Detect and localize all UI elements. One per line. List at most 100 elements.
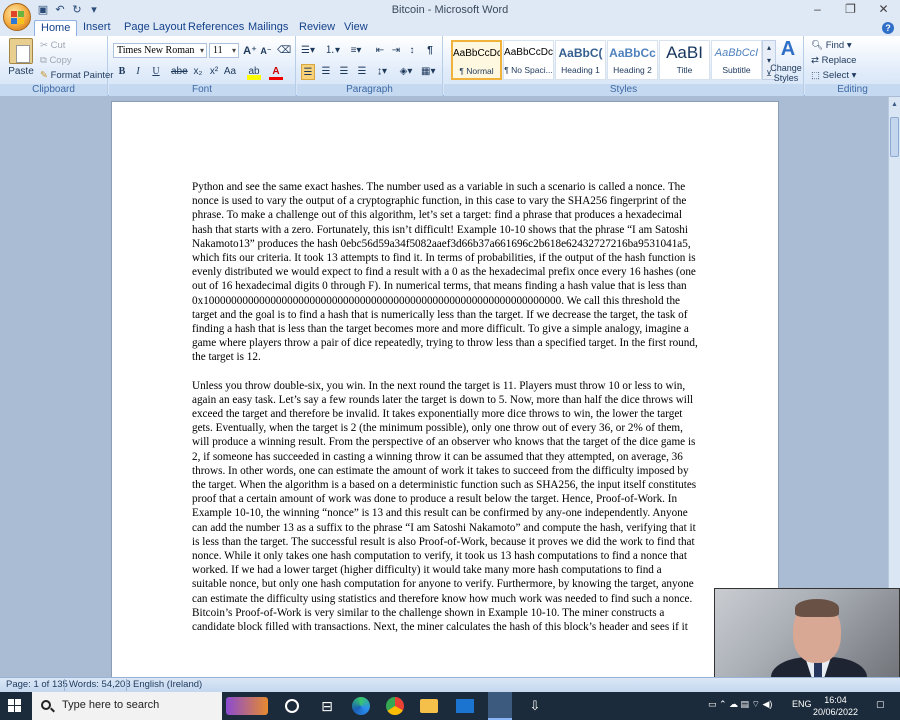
select-label: Select xyxy=(822,70,850,81)
format-painter-button[interactable]: ✎ Format Painter xyxy=(40,70,113,81)
font-color-icon[interactable]: A xyxy=(269,64,283,80)
close-button[interactable]: ✕ xyxy=(867,0,900,20)
document-page[interactable]: Python and see the same exact hashes. Th… xyxy=(111,101,779,681)
copy-button[interactable]: ⧉ Copy xyxy=(40,55,72,66)
style-sample: AaBI xyxy=(666,43,703,62)
tab-page-layout[interactable]: Page Layout xyxy=(118,20,192,36)
office-button[interactable] xyxy=(3,3,31,31)
language[interactable]: English (Ireland) xyxy=(133,679,202,690)
scroll-up-icon[interactable]: ▲ xyxy=(890,100,899,110)
align-right-icon[interactable]: ☰ xyxy=(337,64,351,80)
font-name-select[interactable]: Times New Roman xyxy=(113,43,207,58)
bold-button[interactable]: B xyxy=(115,64,129,80)
style-no-spacing[interactable]: AaBbCcDc ¶ No Spaci... xyxy=(503,40,554,80)
sort-icon[interactable]: ↕ xyxy=(405,43,419,59)
underline-button[interactable]: U xyxy=(149,64,163,80)
change-styles-button[interactable]: Change Styles xyxy=(768,63,804,83)
paste-label: Paste xyxy=(8,66,34,77)
multilevel-list-icon[interactable]: ≡▾ xyxy=(349,43,363,59)
download-icon[interactable]: ⇩ xyxy=(526,697,544,715)
style-name: Title xyxy=(676,65,693,75)
word-count[interactable]: Words: 54,203 xyxy=(69,679,131,690)
help-icon[interactable]: ? xyxy=(882,22,894,34)
multitask-icon[interactable]: ⊟ xyxy=(318,697,336,715)
justify-icon[interactable]: ☰ xyxy=(355,64,369,80)
word-taskbar-icon[interactable] xyxy=(488,692,512,720)
paragraph-group-label: Paragraph xyxy=(297,84,442,96)
paragraph[interactable]: Unless you throw double-six, you win. In… xyxy=(192,379,699,635)
change-styles-icon[interactable]: A xyxy=(774,38,802,60)
increase-indent-icon[interactable]: ⇥ xyxy=(389,43,403,59)
paragraph[interactable]: Python and see the same exact hashes. Th… xyxy=(192,180,699,365)
tab-mailings[interactable]: Mailings xyxy=(242,20,294,36)
font-size-select[interactable]: 11 xyxy=(209,43,239,58)
binoculars-icon: 🔍︎ xyxy=(811,40,826,51)
line-spacing-icon[interactable]: ↨▾ xyxy=(375,64,389,80)
tab-review[interactable]: Review xyxy=(293,20,341,36)
select-button[interactable]: ⬚ Select ▾ xyxy=(811,70,856,81)
shading-icon[interactable]: ◈▾ xyxy=(399,64,413,80)
tab-insert[interactable]: Insert xyxy=(77,20,117,36)
replace-button[interactable]: ⇄ Replace xyxy=(811,55,856,66)
find-label: Find xyxy=(825,40,845,51)
grow-font-label: A xyxy=(243,45,252,57)
search-placeholder: Type here to search xyxy=(62,699,160,711)
grow-font-button[interactable]: A⁺ xyxy=(243,43,257,59)
input-language[interactable]: ENG xyxy=(792,699,812,709)
bullets-icon[interactable]: ☰▾ xyxy=(301,43,315,59)
minimize-button[interactable]: – xyxy=(801,0,834,20)
clock-date: 20/06/2022 xyxy=(812,707,858,717)
change-case-button[interactable]: Aa xyxy=(223,64,237,80)
style-sample: AaBbCcI xyxy=(714,47,759,59)
clear-formatting-icon[interactable]: ⌫ xyxy=(277,43,291,59)
subscript-button[interactable]: x₂ xyxy=(191,64,205,80)
find-button[interactable]: 🔍︎ Find ▾ xyxy=(811,40,852,51)
tab-home[interactable]: Home xyxy=(34,20,78,36)
highlight-icon[interactable]: ab xyxy=(247,64,261,80)
taskbar: Type here to search ⊟ ⇩ ▭ ⌃ ☁ ▤ ⌔ ◀) ENG… xyxy=(0,692,900,720)
paragraph-group: ☰▾ ⒈▾ ≡▾ ⇤ ⇥ ↕ ¶ ☰ ☰ ☰ ☰ ↨▾ ◈▾ ▦▾ Paragr… xyxy=(297,36,443,96)
file-explorer-icon[interactable] xyxy=(420,699,438,713)
page-count[interactable]: Page: 1 of 135 xyxy=(6,679,68,690)
scroll-thumb[interactable] xyxy=(890,117,899,157)
paste-button[interactable]: Paste xyxy=(6,38,36,77)
align-center-icon[interactable]: ☰ xyxy=(319,64,333,80)
style-title[interactable]: AaBI Title xyxy=(659,40,710,80)
borders-icon[interactable]: ▦▾ xyxy=(421,64,435,80)
editing-group-label: Editing xyxy=(805,84,900,96)
clock[interactable]: 16:04 20/06/2022 xyxy=(813,694,858,718)
windows-start-icon[interactable] xyxy=(8,699,22,713)
taskbar-search[interactable]: Type here to search xyxy=(32,692,222,720)
style-heading-2[interactable]: AaBbCc Heading 2 xyxy=(607,40,658,80)
edge-icon[interactable] xyxy=(352,697,370,715)
notifications-icon[interactable]: ▢ xyxy=(876,699,885,710)
clipboard-icon xyxy=(9,38,33,64)
task-view-icon[interactable] xyxy=(285,699,299,713)
decrease-indent-icon[interactable]: ⇤ xyxy=(373,43,387,59)
italic-button[interactable]: I xyxy=(131,64,145,80)
numbering-icon[interactable]: ⒈▾ xyxy=(325,43,340,59)
window-controls: – ❐ ✕ xyxy=(801,0,900,20)
ribbon-tabs: Home Insert Page Layout References Maili… xyxy=(0,20,900,36)
tray-icons[interactable]: ▭ ⌃ ☁ ▤ ⌔ ◀) xyxy=(708,699,772,710)
superscript-button[interactable]: x² xyxy=(207,64,221,80)
style-subtitle[interactable]: AaBbCcI Subtitle xyxy=(711,40,762,80)
tab-view[interactable]: View xyxy=(338,20,374,36)
mail-icon[interactable] xyxy=(456,699,474,713)
style-normal[interactable]: AaBbCcDc ¶ Normal xyxy=(451,40,502,80)
cut-button[interactable]: ✂ Cut xyxy=(40,40,65,51)
styles-group-label: Styles xyxy=(444,84,803,96)
shrink-font-button[interactable]: A⁻ xyxy=(259,43,273,59)
style-name: Heading 1 xyxy=(561,65,600,75)
align-left-icon[interactable]: ☰ xyxy=(301,64,315,80)
document-body[interactable]: Python and see the same exact hashes. Th… xyxy=(192,180,699,648)
tab-references[interactable]: References xyxy=(182,20,250,36)
style-name: Heading 2 xyxy=(613,65,652,75)
chrome-icon[interactable] xyxy=(386,697,404,715)
restore-button[interactable]: ❐ xyxy=(834,0,867,20)
butterfly-icon[interactable] xyxy=(226,697,268,715)
style-name: ¶ No Spaci... xyxy=(504,65,553,75)
style-heading-1[interactable]: AaBbC( Heading 1 xyxy=(555,40,606,80)
show-formatting-icon[interactable]: ¶ xyxy=(423,43,437,59)
strikethrough-button[interactable]: abe xyxy=(171,64,188,80)
